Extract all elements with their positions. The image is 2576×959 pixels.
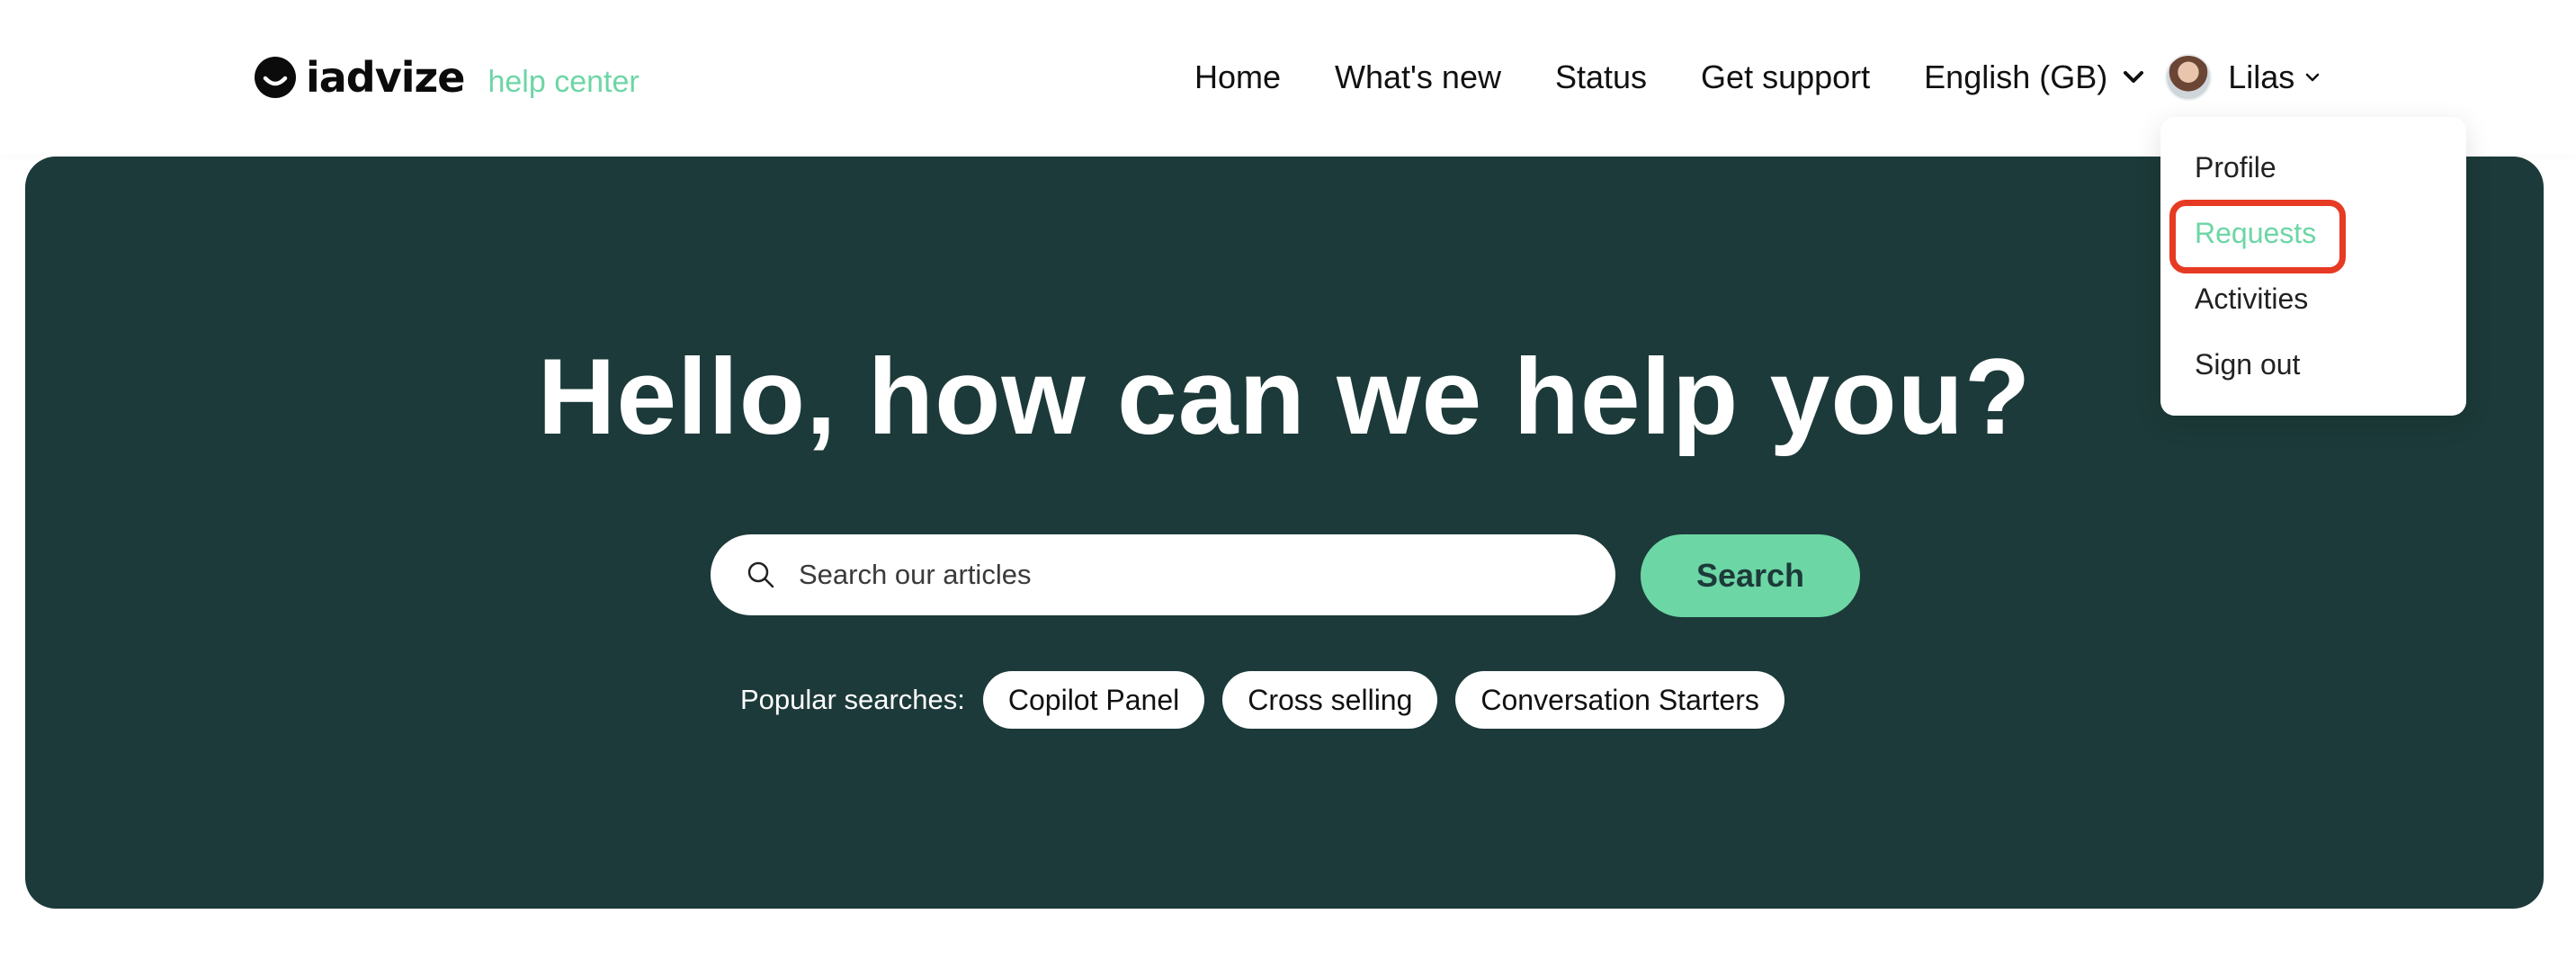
- menu-item-profile[interactable]: Profile: [2160, 148, 2466, 213]
- logo-wordmark: iadvize: [306, 53, 465, 102]
- nav-get-support-link[interactable]: Get support: [1701, 58, 1870, 96]
- menu-item-sign-out[interactable]: Sign out: [2160, 345, 2466, 410]
- menu-item-requests[interactable]: Requests: [2160, 213, 2466, 279]
- search-icon: [747, 561, 774, 588]
- nav-home-link[interactable]: Home: [1194, 58, 1281, 96]
- brand-logo[interactable]: iadvize help center: [254, 53, 640, 102]
- chevron-down-icon: [2124, 71, 2144, 83]
- search-bar: [711, 534, 1615, 615]
- popular-search-chip[interactable]: Copilot Panel: [982, 671, 1205, 729]
- popular-searches-label: Popular searches:: [740, 684, 965, 715]
- user-dropdown-menu: Profile Requests Activities Sign out: [2160, 117, 2466, 416]
- search-button[interactable]: Search: [1641, 534, 1860, 617]
- main-nav: Home What's new Status Get support Engli…: [1194, 52, 2320, 103]
- user-name: Lilas: [2228, 58, 2295, 95]
- language-selector[interactable]: English (GB): [1924, 58, 2144, 96]
- popular-searches: Popular searches: Copilot Panel Cross se…: [740, 671, 1802, 729]
- help-center-label: help center: [487, 64, 640, 99]
- search-input[interactable]: [797, 558, 1570, 592]
- nav-whats-new-link[interactable]: What's new: [1335, 58, 1501, 96]
- popular-search-chip[interactable]: Conversation Starters: [1455, 671, 1784, 729]
- nav-status-link[interactable]: Status: [1555, 58, 1647, 96]
- user-avatar: [2165, 54, 2213, 101]
- menu-item-activities[interactable]: Activities: [2160, 279, 2466, 345]
- language-label: English (GB): [1924, 58, 2108, 95]
- popular-search-chip[interactable]: Cross selling: [1222, 671, 1438, 729]
- chevron-down-icon: [2306, 73, 2320, 82]
- iadvize-logo-icon: [254, 56, 297, 99]
- user-menu-toggle[interactable]: Lilas: [2165, 54, 2320, 101]
